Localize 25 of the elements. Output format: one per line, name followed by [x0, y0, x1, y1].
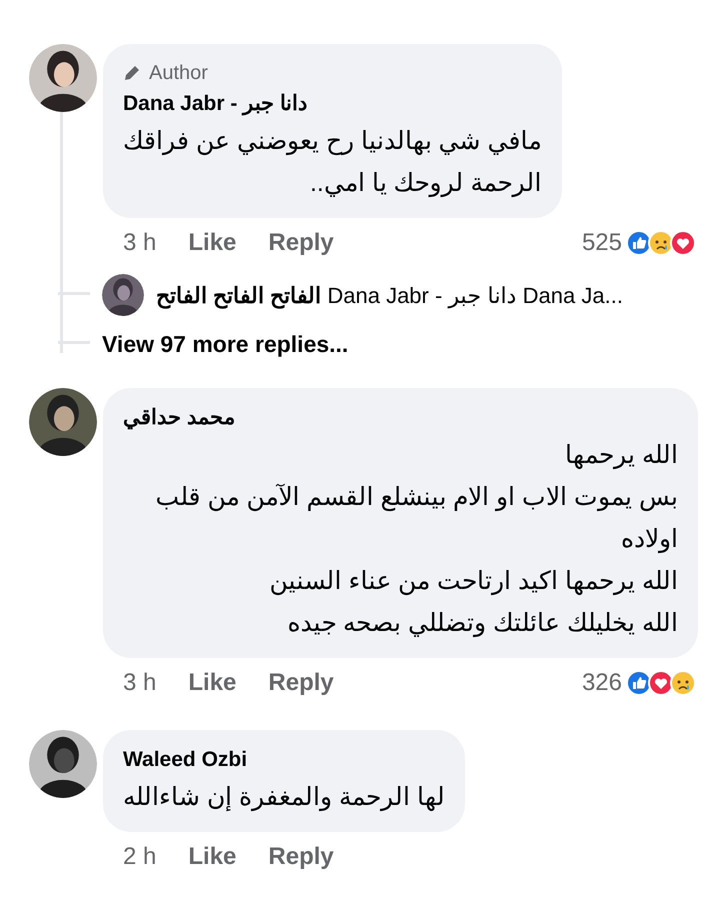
reply-button[interactable]: Reply [268, 665, 334, 701]
comment-text: الله يرحمها اكيد ارتاحت من عناء السنين [268, 566, 678, 598]
reaction-count: 326 [582, 668, 622, 698]
like-button[interactable]: Like [188, 665, 236, 701]
timestamp: 2 h [123, 842, 156, 872]
commenter-name: Dana Jabr - دانا جبر [123, 91, 308, 118]
reaction-count: 525 [582, 228, 622, 258]
reply-preview[interactable]: الفاتح الفاتح الفاتح Dana Jabr - دانا جبر Dana Ja... [156, 278, 623, 312]
comment-text: مافي شي بهالدنيا رح يعوضني عن فراقك [123, 126, 542, 158]
reply-button[interactable]: Reply [268, 225, 334, 261]
view-more-replies-link[interactable]: View 97 more replies... [102, 326, 348, 362]
comment-text: الله يرحمها [564, 440, 678, 472]
comment-text: بس يموت الاب او الام بينشلع القسم الآمن من قلب اولاده [154, 482, 678, 556]
author-label: Author [149, 61, 208, 86]
like-button[interactable]: Like [188, 225, 236, 261]
comment-text: الله يخليلك عائلتك وتضللي بصحه جيده [286, 608, 678, 640]
pencil-icon [123, 64, 141, 82]
timestamp: 3 h [123, 228, 156, 258]
commenter-name: محمد حداقي [123, 405, 235, 432]
like-button[interactable]: Like [188, 839, 236, 875]
comment-text: الرحمة لروحك يا امي.. [308, 168, 542, 200]
commenter-name: Waleed Ozbi [123, 747, 248, 773]
reply-button[interactable]: Reply [268, 839, 334, 875]
comment-text: لها الرحمة والمغفرة إن شاءالله [123, 782, 445, 814]
timestamp: 3 h [123, 668, 156, 698]
